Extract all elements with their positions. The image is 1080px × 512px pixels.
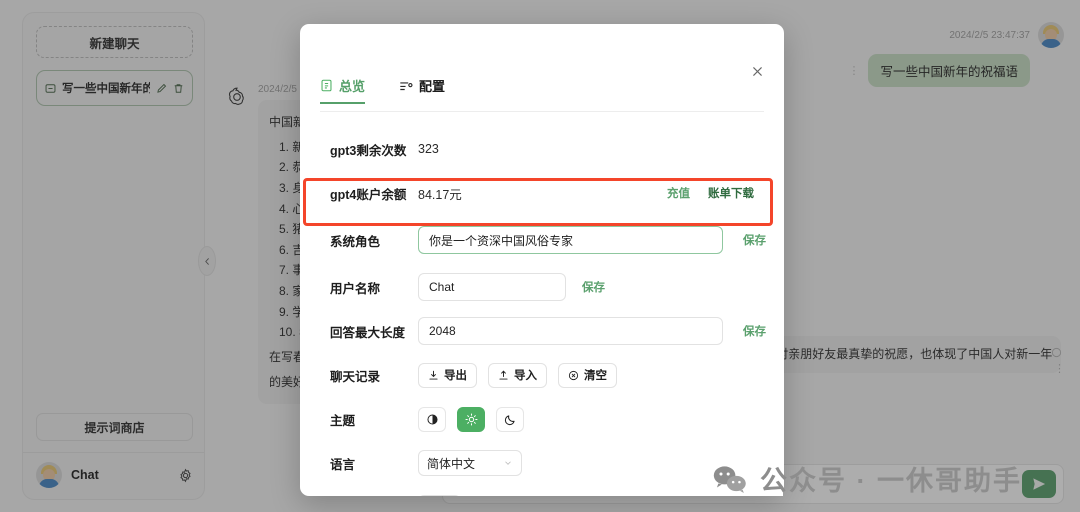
- theme-auto-button[interactable]: [418, 406, 446, 432]
- tab-overview[interactable]: 总览: [320, 76, 366, 104]
- system-role-label: 系统角色: [330, 234, 381, 249]
- max-length-input[interactable]: 2048: [418, 317, 723, 345]
- theme-light-button[interactable]: [457, 406, 485, 432]
- row-system-role: 系统角色 你是一个资深中国风俗专家 保存: [330, 215, 768, 265]
- row-gpt4-balance: gpt4账户余额 84.17元 充值 账单下载: [330, 171, 768, 215]
- language-value: 简体中文: [427, 456, 476, 471]
- system-role-value: 你是一个资深中国风俗专家: [429, 233, 574, 248]
- moon-icon: [504, 413, 517, 426]
- theme-dark-button[interactable]: [496, 406, 524, 432]
- contrast-icon: [426, 413, 439, 426]
- export-icon: [428, 370, 439, 381]
- tabs-underline: [320, 111, 764, 112]
- chat-history-label: 聊天记录: [330, 369, 381, 384]
- user-name-value: Chat: [429, 280, 455, 294]
- row-gpt3-quota: gpt3剩余次数 323: [330, 127, 768, 171]
- clear-circle-icon: [568, 370, 579, 381]
- tab-config-label: 配置: [419, 79, 446, 94]
- gpt3-quota-label: gpt3剩余次数: [330, 143, 407, 158]
- chevron-down-icon: [503, 458, 513, 468]
- user-name-input[interactable]: Chat: [418, 273, 566, 301]
- tab-config[interactable]: 配置: [399, 76, 445, 104]
- gpt3-quota-value: 323: [418, 142, 439, 156]
- theme-label: 主题: [330, 413, 356, 428]
- import-button[interactable]: 导入: [488, 362, 547, 388]
- reset-button[interactable]: 重置: [418, 494, 461, 496]
- max-length-save-button[interactable]: 保存: [743, 323, 766, 339]
- app-root: 新建聊天 写一些中国新年的...: [0, 0, 1080, 512]
- watermark: 公众号 · 一休哥助手: [712, 459, 1022, 498]
- clear-button[interactable]: 清空: [558, 362, 617, 388]
- overview-icon: [320, 79, 333, 92]
- gpt4-balance-value: 84.17元: [418, 187, 462, 202]
- language-select[interactable]: 简体中文: [418, 450, 522, 476]
- wechat-icon: [712, 464, 748, 494]
- import-label: 导入: [514, 370, 537, 382]
- clear-label: 清空: [584, 370, 607, 382]
- user-name-save-button[interactable]: 保存: [582, 279, 605, 295]
- sliders-icon: [399, 79, 413, 93]
- bill-download-link[interactable]: 账单下载: [708, 185, 754, 201]
- sun-icon: [464, 412, 478, 426]
- export-label: 导出: [444, 370, 467, 382]
- language-label: 语言: [330, 457, 356, 472]
- modal-tabs: 总览 配置: [320, 76, 784, 104]
- max-length-value: 2048: [429, 324, 456, 338]
- gpt4-balance-label: gpt4账户余额: [330, 187, 407, 202]
- user-name-label: 用户名称: [330, 281, 381, 296]
- recharge-link[interactable]: 充值: [667, 185, 690, 201]
- tab-overview-label: 总览: [339, 79, 366, 94]
- row-user-name: 用户名称 Chat 保存: [330, 265, 768, 309]
- settings-modal: 总览 配置 gpt3剩余次数 323 gpt4账户余额 84.17元 充值 账单…: [300, 24, 784, 496]
- watermark-text: 公众号 · 一休哥助手: [760, 466, 1022, 496]
- max-length-label: 回答最大长度: [330, 325, 406, 340]
- row-chat-history: 聊天记录 导出 导入 清空: [330, 353, 768, 397]
- export-button[interactable]: 导出: [418, 362, 477, 388]
- system-role-save-button[interactable]: 保存: [743, 232, 766, 248]
- row-theme: 主题: [330, 397, 768, 441]
- system-role-input[interactable]: 你是一个资深中国风俗专家: [418, 226, 723, 254]
- row-max-length: 回答最大长度 2048 保存: [330, 309, 768, 353]
- settings-form: gpt3剩余次数 323 gpt4账户余额 84.17元 充值 账单下载 系统角…: [330, 127, 768, 496]
- import-icon: [498, 370, 509, 381]
